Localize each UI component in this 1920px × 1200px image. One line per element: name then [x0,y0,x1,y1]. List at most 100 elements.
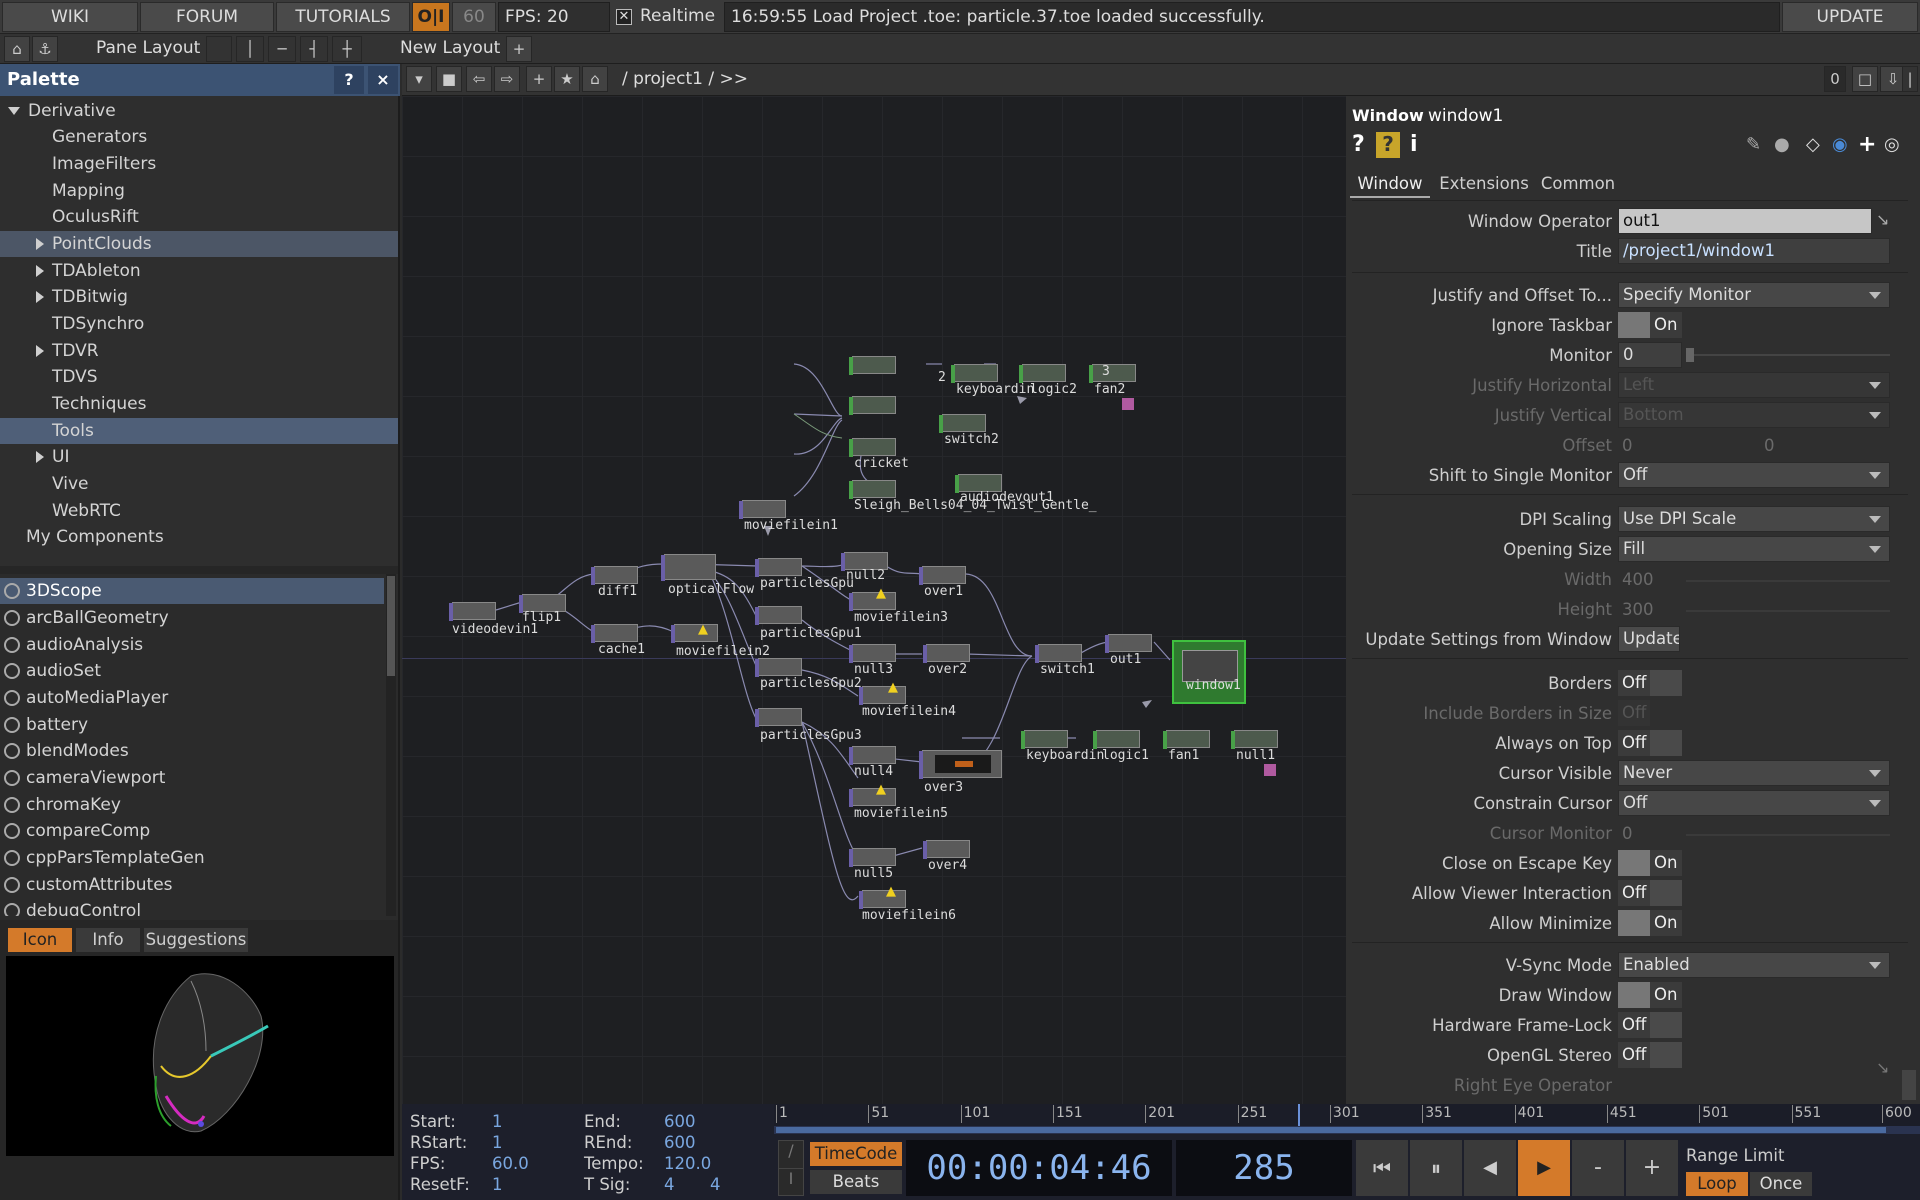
resetf-field[interactable]: 1 [492,1175,503,1194]
allow-minimize-toggle[interactable]: On [1618,910,1682,936]
opengl-stereo-toggle[interactable]: Off [1618,1042,1682,1068]
layout-four-icon[interactable]: ┼ [332,36,362,62]
scrollbar[interactable] [386,574,396,916]
justify-offset-dropdown[interactable]: Specify Monitor [1618,282,1890,308]
mode-side-buttons[interactable]: / I [778,1140,804,1196]
rend-field[interactable]: 600 [664,1133,696,1152]
step-back-icon[interactable]: ◀ [1464,1140,1516,1196]
node-switch2[interactable] [939,414,986,433]
list-item[interactable]: cameraViewport [0,765,384,791]
playhead[interactable] [1298,1104,1301,1126]
dpi-dropdown[interactable]: Use DPI Scale [1618,506,1890,532]
tree-item-webrtc[interactable]: WebRTC [0,498,398,524]
layout-single-icon[interactable] [206,36,232,62]
node-opticalflow[interactable] [661,554,716,581]
node-moviefilein1[interactable] [739,500,786,519]
ignore-taskbar-toggle[interactable]: On [1618,312,1682,338]
node-null1[interactable] [1231,730,1278,749]
help-icon[interactable]: ? [1352,132,1365,157]
hw-framelock-toggle[interactable]: Off [1618,1012,1682,1038]
node-particlesgpu2[interactable] [755,658,802,677]
realtime-checkbox[interactable]: ✕ [616,9,632,25]
tree-item-oculusrift[interactable]: OculusRift [0,204,398,230]
node-diff1[interactable] [591,566,638,585]
constrain-cursor-dropdown[interactable]: Off [1618,790,1890,816]
tree-item-derivative[interactable]: Derivative [0,98,398,124]
node-cricket[interactable] [849,438,896,457]
tab-info[interactable]: Info [76,928,140,952]
python-icon[interactable]: ◉ [1832,134,1848,155]
node-in-b[interactable] [849,396,896,415]
scrollbar[interactable] [1902,1070,1916,1100]
list-item[interactable]: cppParsTemplateGen [0,845,384,871]
chevron-down-icon[interactable]: ▾ [406,66,432,92]
tree-item-generators[interactable]: Generators [0,124,398,150]
monitor-field[interactable]: 0 [1618,342,1682,368]
node-logic2[interactable] [1019,364,1066,383]
node-over4[interactable] [923,840,970,859]
list-item[interactable]: arcBallGeometry [0,605,384,631]
layout-three-icon[interactable]: ┤ [300,36,328,62]
node-particlesgpu1[interactable] [755,606,802,625]
height-field[interactable]: 300 [1622,600,1654,619]
node-null5[interactable] [849,848,896,867]
node-flag-icon[interactable] [1122,398,1134,410]
slider-handle[interactable] [1686,348,1694,362]
target-icon[interactable]: ◎ [1884,134,1900,155]
node-fan2[interactable] [1089,364,1136,383]
network-editor[interactable]: videodevin1 flip1 diff1 cache1 opticalFl… [402,96,1346,1104]
pin-icon[interactable]: | [1902,66,1918,92]
home-network-icon[interactable]: ⌂ [582,66,608,92]
tsig-denominator[interactable]: 4 [710,1175,721,1194]
node-moviefilein5[interactable] [849,788,896,807]
tree-item-imagefilters[interactable]: ImageFilters [0,151,398,177]
tutorials-button[interactable]: TUTORIALS [276,2,410,32]
tree-item-ui[interactable]: UI [0,444,398,470]
loop-button[interactable]: Loop [1686,1172,1748,1196]
node-videodevin1[interactable] [449,602,496,621]
node-over2[interactable] [923,644,970,663]
node-sleigh-bells[interactable] [849,480,896,499]
forward-arrow-icon[interactable]: ⇨ [494,66,520,92]
tab-suggestions[interactable]: Suggestions [144,928,248,952]
node-moviefilein2[interactable] [671,624,718,643]
node-keyboardin-2[interactable] [951,364,998,383]
tsig-numerator[interactable]: 4 [664,1175,675,1194]
timeline-ruler[interactable]: 1 51 101 151 201 251 301 351 401 451 501 551 600 [774,1104,1920,1126]
tab-window[interactable]: Window [1350,172,1430,198]
node-over1[interactable] [919,566,966,585]
help-icon[interactable]: ? [334,66,364,94]
node-window1[interactable] [1172,640,1246,704]
tree-item-tdbitwig[interactable]: TDBitwig [0,284,398,310]
tree-item-mapping[interactable]: Mapping [0,178,398,204]
pause-icon[interactable]: ⏸ [1410,1140,1462,1196]
pencil-icon[interactable]: ✎ [1746,134,1761,155]
rstart-field[interactable]: 1 [492,1133,503,1152]
node-moviefilein3[interactable] [849,592,896,611]
node-out1[interactable] [1105,634,1152,653]
frame-display[interactable]: 285 [1176,1140,1352,1196]
list-item[interactable]: compareComp [0,818,384,844]
node-keyboardin-1[interactable] [1021,730,1068,749]
list-item[interactable]: debugControl [0,898,384,916]
op-name[interactable]: window1 [1428,106,1503,126]
add-icon[interactable]: + [526,66,552,92]
ship-icon[interactable]: ⚓ [32,36,58,62]
node-flag-icon[interactable] [1264,764,1276,776]
node-particlesgpu3[interactable] [755,708,802,727]
list-item[interactable]: battery [0,712,384,738]
tree-item-tdableton[interactable]: TDAbleton [0,258,398,284]
title-field[interactable]: /project1/window1 [1618,238,1890,264]
list-item[interactable]: blendModes [0,738,384,764]
monitor-slider[interactable] [1686,348,1890,362]
python-help-icon[interactable]: ? [1376,132,1400,158]
skip-back-icon[interactable]: ⏮ [1356,1140,1408,1196]
update-settings-button[interactable]: Update [1618,626,1680,652]
tempo-field[interactable]: 120.0 [664,1154,711,1173]
window-operator-field[interactable]: out1 [1618,208,1872,234]
timecode-button[interactable]: TimeCode [810,1142,902,1166]
layout-split-v-icon[interactable]: │ [236,36,264,62]
cursor-visible-dropdown[interactable]: Never [1618,760,1890,786]
tab-common[interactable]: Common [1538,172,1618,198]
fps-cap-field[interactable]: 60 [452,2,496,32]
